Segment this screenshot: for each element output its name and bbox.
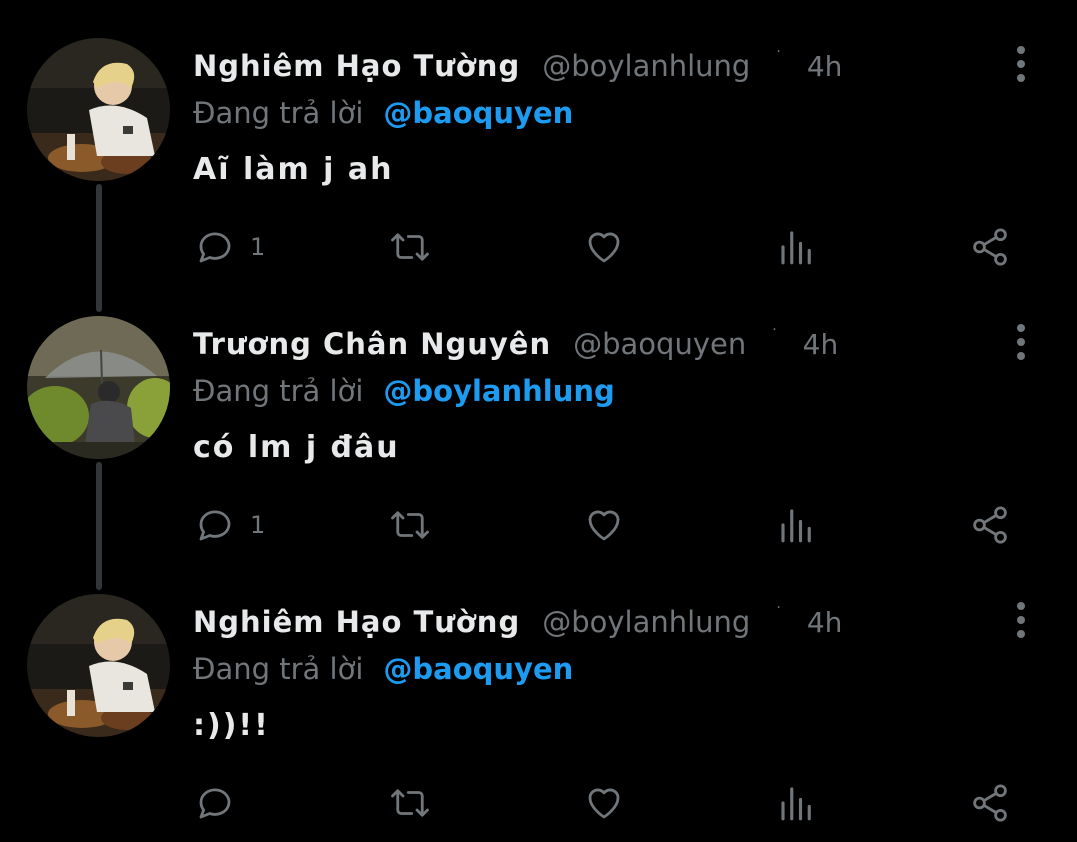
display-name[interactable]: Trương Chân Nguyên (193, 327, 551, 361)
separator-dot: · (772, 322, 777, 338)
retweet-arrows-icon (391, 789, 429, 817)
replying-to-label: Đang trả lời (193, 652, 364, 686)
mention-link[interactable]: @baoquyen (383, 96, 573, 130)
reply-count: 1 (250, 233, 266, 261)
replying-to: Đang trả lời @baoquyen (193, 648, 573, 690)
tweet-text: Aĩ làm j ah (193, 152, 394, 187)
mention-link[interactable]: @boylanhlung (383, 374, 614, 408)
display-name[interactable]: Nghiêm Hạo Tường (193, 49, 520, 83)
retweet-arrows-icon (391, 233, 429, 261)
reply-button[interactable] (194, 780, 250, 826)
replying-to: Đang trả lời @boylanhlung (193, 370, 615, 412)
share-button[interactable] (968, 224, 1012, 270)
display-name[interactable]: Nghiêm Hạo Tường (193, 605, 520, 639)
mention-link[interactable]: @baoquyen (383, 652, 573, 686)
tweet-text: :))!! (193, 708, 270, 743)
retweet-button[interactable] (386, 780, 434, 826)
heart-icon (588, 510, 620, 541)
user-handle[interactable]: @boylanhlung (542, 49, 750, 83)
reply-button[interactable]: 1 (194, 502, 265, 548)
like-button[interactable] (582, 502, 626, 548)
avatar[interactable] (27, 594, 170, 737)
share-nodes-icon (973, 228, 1007, 266)
avatar[interactable] (27, 316, 170, 459)
separator-dot: · (776, 44, 781, 60)
bar-chart-icon (781, 231, 811, 265)
reply-thread: Nghiêm Hạo Tường @boylanhlung · 4h Đang … (0, 0, 1077, 842)
speech-bubble-icon (199, 232, 231, 263)
user-handle[interactable]: @boylanhlung (542, 605, 750, 639)
tweet[interactable]: Nghiêm Hạo Tường @boylanhlung · 4h Đang … (0, 0, 1077, 278)
timestamp[interactable]: 4h (807, 606, 843, 639)
timestamp[interactable]: 4h (803, 328, 839, 361)
speech-bubble-icon (199, 788, 231, 819)
like-button[interactable] (582, 224, 626, 270)
avatar[interactable] (27, 38, 170, 181)
retweet-button[interactable] (386, 502, 434, 548)
tweet-text: có lm j đâu (193, 430, 400, 465)
tweet-header: Nghiêm Hạo Tường @boylanhlung · 4h (193, 600, 842, 644)
views-button[interactable] (776, 224, 818, 270)
share-nodes-icon (973, 784, 1007, 822)
more-options-icon[interactable] (1011, 324, 1031, 360)
heart-icon (588, 232, 620, 263)
share-nodes-icon (973, 506, 1007, 544)
bar-chart-icon (781, 509, 811, 543)
share-button[interactable] (968, 780, 1012, 826)
timestamp[interactable]: 4h (807, 50, 843, 83)
user-handle[interactable]: @baoquyen (573, 327, 746, 361)
speech-bubble-icon (199, 510, 231, 541)
views-button[interactable] (776, 780, 818, 826)
replying-to: Đang trả lời @baoquyen (193, 92, 573, 134)
tweet-header: Trương Chân Nguyên @baoquyen · 4h (193, 322, 838, 366)
tweet[interactable]: Nghiêm Hạo Tường @boylanhlung · 4h Đang … (0, 556, 1077, 834)
tweet[interactable]: Trương Chân Nguyên @baoquyen · 4h Đang t… (0, 278, 1077, 556)
share-button[interactable] (968, 502, 1012, 548)
bar-chart-icon (781, 787, 811, 821)
retweet-arrows-icon (391, 511, 429, 539)
reply-button[interactable]: 1 (194, 224, 265, 270)
like-button[interactable] (582, 780, 626, 826)
separator-dot: · (776, 600, 781, 616)
more-options-icon[interactable] (1011, 46, 1031, 82)
replying-to-label: Đang trả lời (193, 96, 364, 130)
tweet-header: Nghiêm Hạo Tường @boylanhlung · 4h (193, 44, 842, 88)
heart-icon (588, 788, 620, 819)
more-options-icon[interactable] (1011, 602, 1031, 638)
replying-to-label: Đang trả lời (193, 374, 364, 408)
views-button[interactable] (776, 502, 818, 548)
reply-count: 1 (250, 511, 266, 539)
retweet-button[interactable] (386, 224, 434, 270)
